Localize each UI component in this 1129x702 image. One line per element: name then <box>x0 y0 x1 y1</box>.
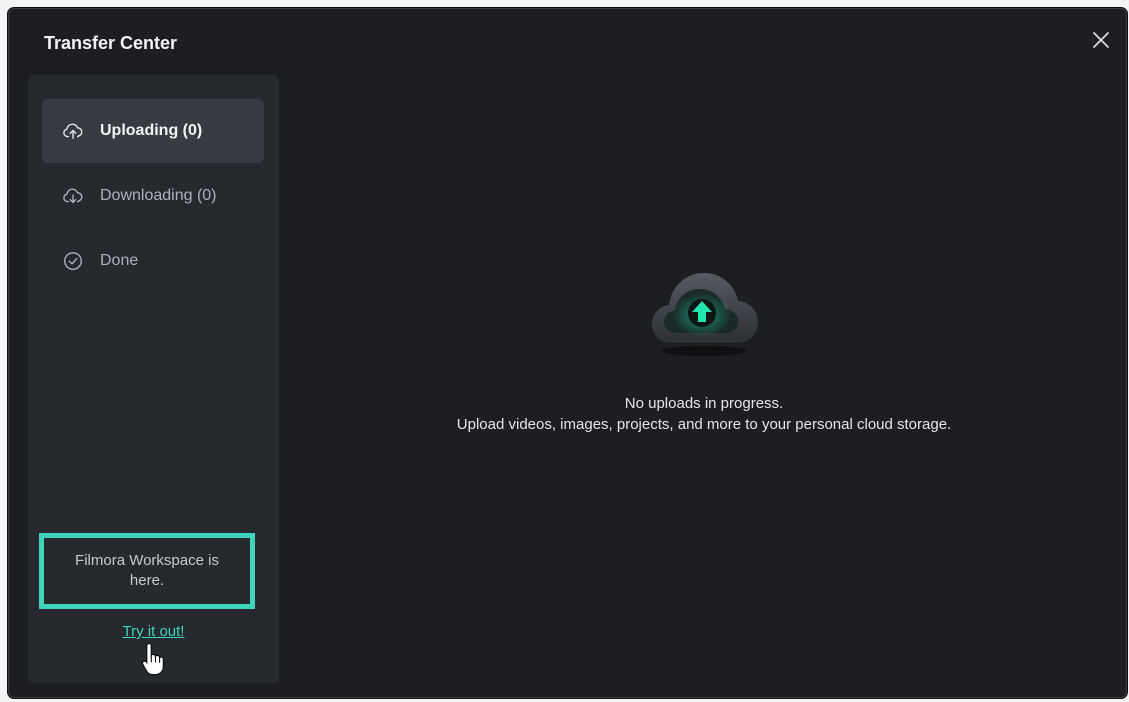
sidebar-item-uploading[interactable]: Uploading (0) <box>42 99 264 163</box>
empty-state-subtitle: Upload videos, images, projects, and mor… <box>456 416 952 433</box>
try-it-out-link[interactable]: Try it out! <box>28 623 279 640</box>
promo-text: Filmora Workspace is here. <box>75 552 219 589</box>
hand-cursor-icon <box>141 642 165 675</box>
sidebar-item-label: Uploading (0) <box>100 122 203 139</box>
empty-state: No uploads in progress. Upload videos, i… <box>299 259 1109 433</box>
sidebar-item-label: Done <box>100 252 139 269</box>
empty-state-title: No uploads in progress. <box>624 395 784 412</box>
transfer-center-dialog: Transfer Center Uploading (0) Downloadin… <box>8 8 1127 698</box>
dialog-title: Transfer Center <box>44 33 178 53</box>
close-icon <box>1093 32 1109 48</box>
sidebar-item-label: Downloading (0) <box>100 187 217 204</box>
cloud-download-icon <box>62 185 84 207</box>
workspace-promo: Filmora Workspace is here. <box>39 533 255 609</box>
cloud-upload-icon <box>62 120 84 142</box>
sidebar: Uploading (0) Downloading (0) Done Filmo… <box>28 75 279 683</box>
sidebar-item-downloading[interactable]: Downloading (0) <box>42 164 264 228</box>
sidebar-item-done[interactable]: Done <box>42 229 264 293</box>
cloud-upload-illustration <box>644 259 764 359</box>
close-button[interactable] <box>1088 27 1114 53</box>
check-circle-icon <box>62 250 84 272</box>
